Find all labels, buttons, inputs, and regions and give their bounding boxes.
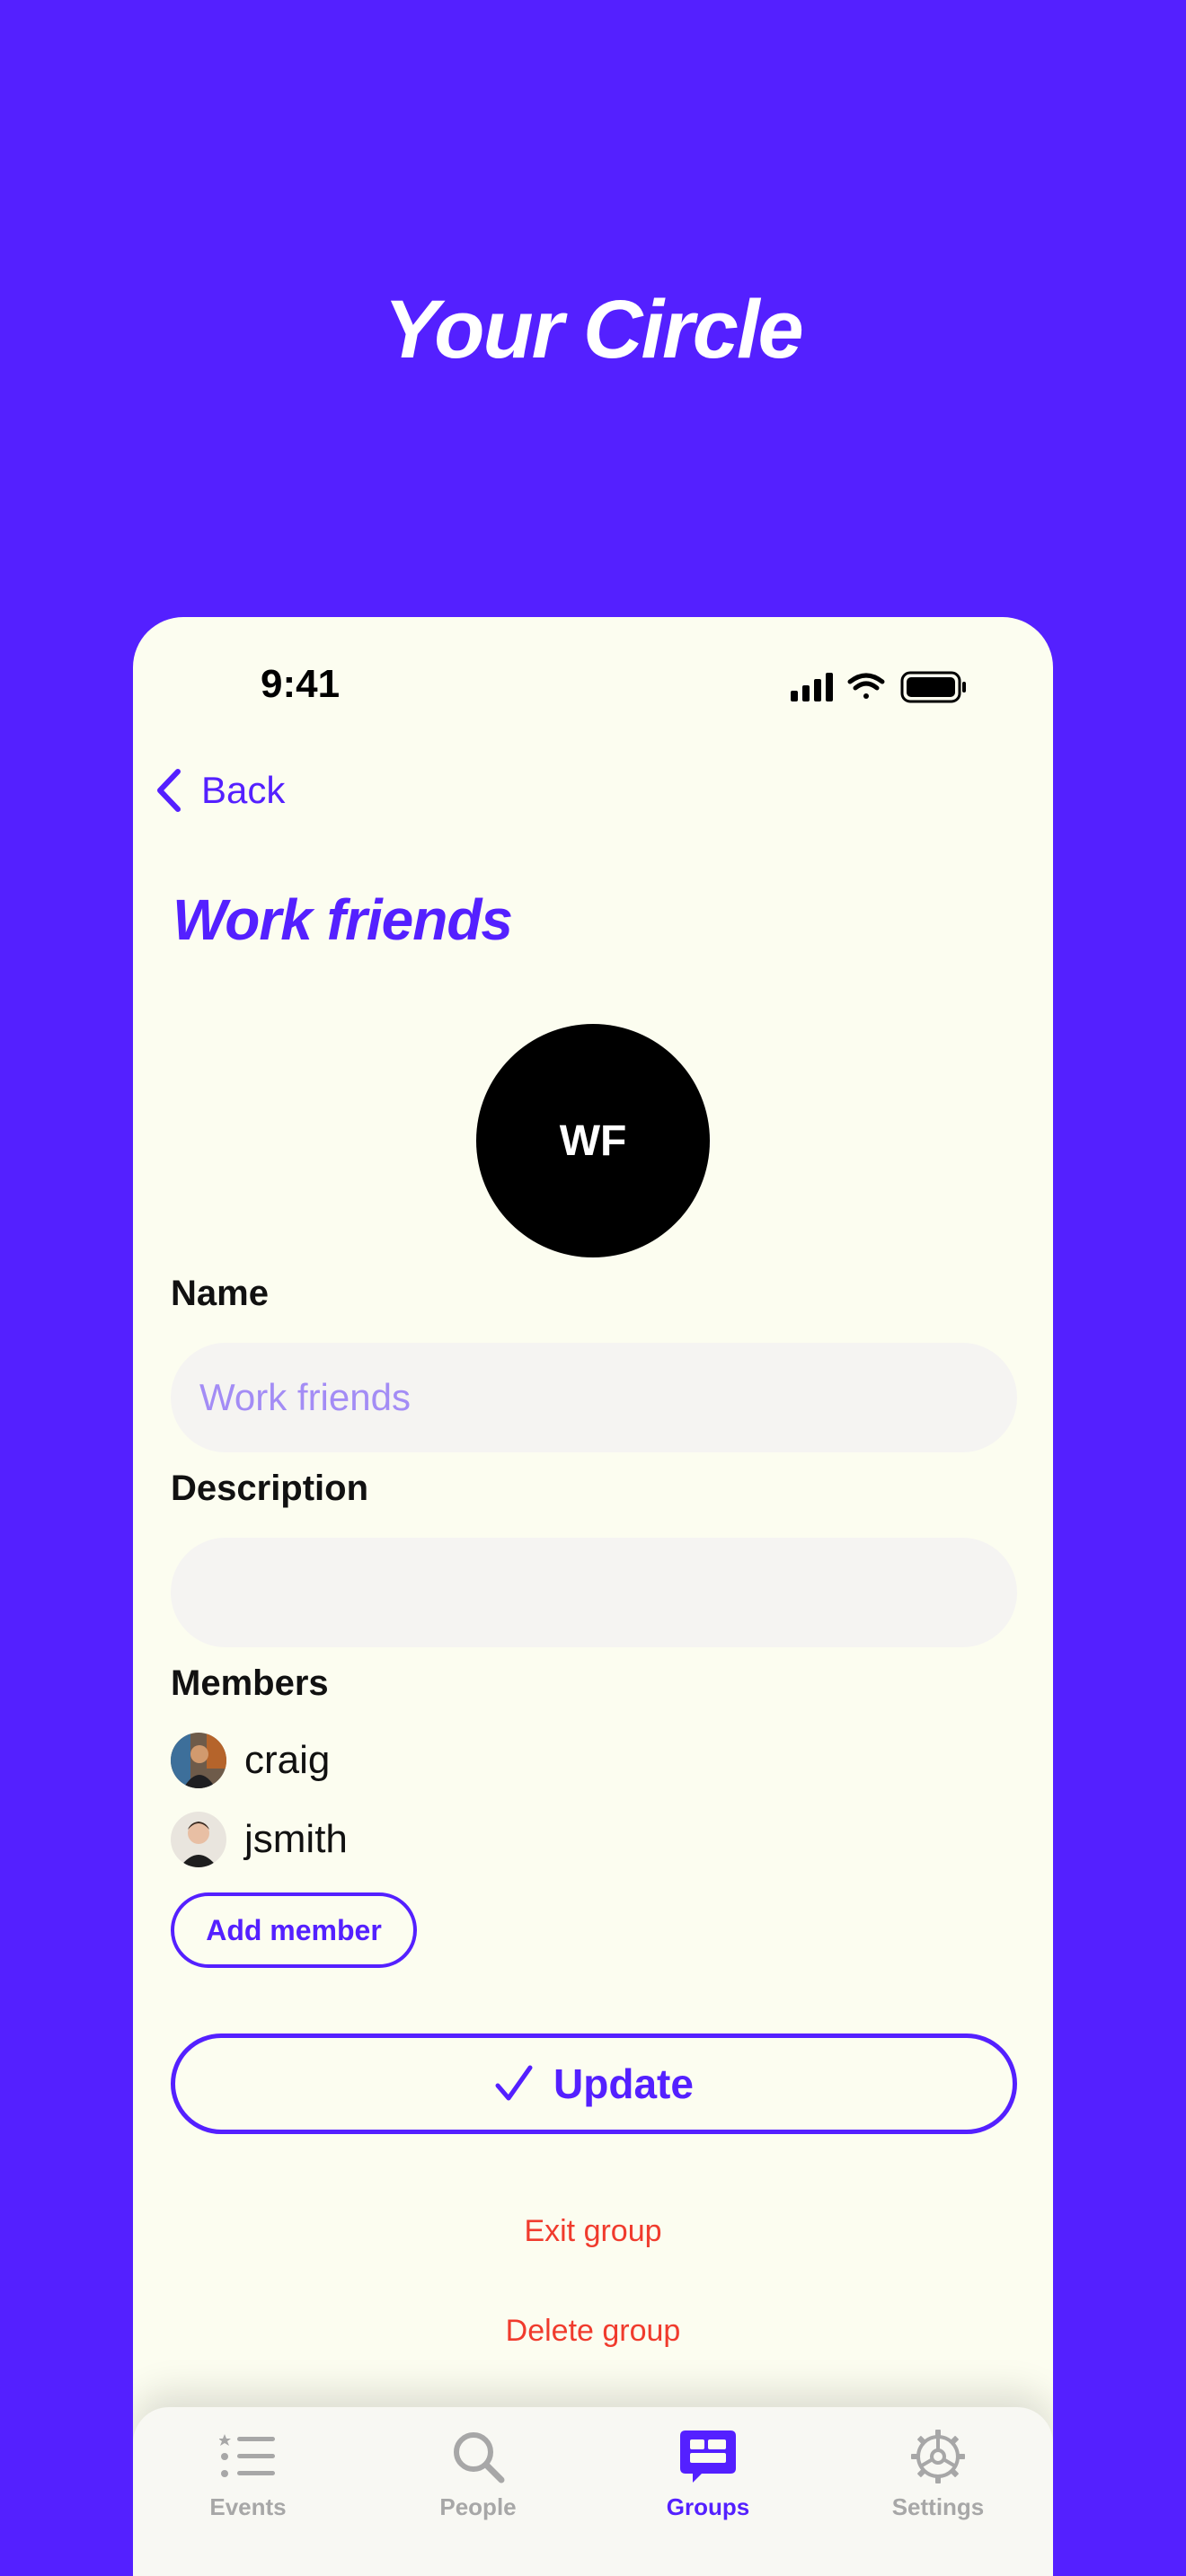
list-icon: [219, 2434, 275, 2477]
tab-settings[interactable]: Settings: [823, 2407, 1053, 2576]
add-member-button[interactable]: Add member: [171, 1892, 417, 1968]
tab-label: Events: [209, 2493, 287, 2520]
update-label: Update: [553, 2060, 694, 2107]
member-row[interactable]: craig: [171, 1733, 330, 1788]
delete-group-link[interactable]: Delete group: [133, 2314, 1053, 2349]
tab-bar: Events People Groups Settings: [133, 2407, 1053, 2576]
wifi-icon: [847, 673, 885, 699]
member-avatar: [171, 1733, 226, 1788]
checkmark-icon: [495, 2065, 533, 2101]
exit-group-link[interactable]: Exit group: [133, 2214, 1053, 2249]
member-name: craig: [244, 1738, 331, 1782]
group-avatar[interactable]: WF: [476, 1024, 710, 1257]
back-button[interactable]: Back: [153, 768, 285, 813]
description-field[interactable]: [171, 1538, 1017, 1647]
tab-people[interactable]: People: [363, 2407, 593, 2576]
tab-label: Settings: [891, 2493, 985, 2520]
tab-label: People: [439, 2493, 517, 2520]
chevron-left-icon: [157, 769, 181, 812]
member-name: jsmith: [244, 1817, 348, 1861]
status-time: 9:41: [261, 662, 341, 706]
group-initials: WF: [559, 1116, 627, 1165]
back-label: Back: [201, 769, 286, 811]
battery-icon: [900, 671, 966, 703]
search-icon: [454, 2432, 505, 2483]
tab-events[interactable]: Events: [133, 2407, 363, 2576]
tab-groups[interactable]: Groups: [593, 2407, 823, 2576]
hero-title: Your Circle: [384, 284, 803, 375]
signal-icon: [791, 673, 833, 701]
update-button[interactable]: Update: [171, 2033, 1017, 2134]
tab-label: Groups: [666, 2493, 750, 2520]
member-avatar: [171, 1812, 226, 1867]
name-field-value: Work friends: [199, 1376, 411, 1418]
add-member-label: Add member: [206, 1913, 382, 1946]
phone-screen: 9:41 Back Work friends WF Name Work frie…: [133, 617, 1053, 2576]
status-icons: [791, 671, 979, 703]
description-label: Description: [171, 1469, 369, 1508]
member-row[interactable]: jsmith: [171, 1812, 348, 1867]
name-label: Name: [171, 1274, 269, 1313]
gear-icon: [911, 2430, 965, 2483]
name-field[interactable]: Work friends: [171, 1343, 1017, 1452]
groups-icon: [680, 2430, 736, 2483]
members-label: Members: [171, 1663, 329, 1703]
page-title: Work friends: [173, 887, 513, 952]
